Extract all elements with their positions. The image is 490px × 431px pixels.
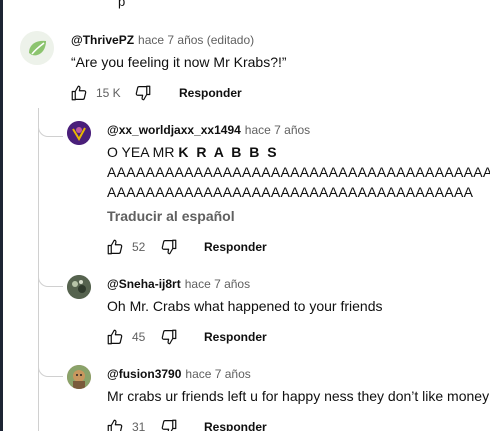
like-count: 52 bbox=[132, 240, 146, 254]
thumbs-down-icon[interactable] bbox=[160, 238, 178, 256]
author-handle[interactable]: @xx_worldjaxx_xx1494 bbox=[107, 123, 241, 137]
reply-button[interactable]: Responder bbox=[204, 420, 267, 431]
thumbs-up-icon bbox=[71, 85, 87, 101]
comment-text: “Are you feeling it now Mr Krabs?!” bbox=[71, 54, 287, 70]
like-button[interactable]: 15 K bbox=[70, 83, 121, 103]
text-bold: K R A B B S bbox=[178, 144, 279, 160]
author-handle[interactable]: @fusion3790 bbox=[107, 367, 181, 381]
author-handle[interactable]: @ThrivePZ bbox=[71, 33, 134, 47]
timestamp[interactable]: hace 7 años bbox=[185, 277, 250, 291]
reply-button[interactable]: Responder bbox=[204, 240, 267, 254]
translate-link[interactable]: Traducir al español bbox=[107, 208, 235, 224]
comment-meta: @ThrivePZ hace 7 años (editado) bbox=[71, 33, 254, 47]
comment-meta: @fusion3790 hace 7 años bbox=[107, 367, 251, 381]
comment-text: Oh Mr. Crabs what happened to your frien… bbox=[107, 298, 383, 314]
author-handle[interactable]: @Sneha-ij8rt bbox=[107, 277, 181, 291]
comment-text: O YEA MR K R A B B S bbox=[107, 142, 279, 162]
like-button[interactable]: 45 bbox=[106, 327, 145, 347]
timestamp[interactable]: hace 7 años (editado) bbox=[138, 33, 254, 47]
timestamp[interactable]: hace 7 años bbox=[245, 123, 310, 137]
avatar[interactable] bbox=[67, 121, 91, 145]
thumbs-down-icon[interactable] bbox=[160, 418, 178, 431]
like-count: 31 bbox=[132, 420, 146, 431]
thread-connector bbox=[38, 270, 63, 287]
avatar-plant-icon bbox=[67, 275, 91, 299]
thumbs-up-icon bbox=[107, 239, 123, 255]
comment-text: Mr crabs ur friends left u for happy nes… bbox=[107, 388, 490, 404]
text-prefix: O YEA MR bbox=[107, 144, 179, 160]
comment-meta: @xx_worldjaxx_xx1494 hace 7 años bbox=[107, 123, 310, 137]
thread-connector bbox=[38, 360, 63, 377]
thread-line bbox=[38, 376, 63, 431]
avatar[interactable] bbox=[67, 365, 91, 389]
reply-button[interactable]: Responder bbox=[204, 330, 267, 344]
like-button[interactable]: 31 bbox=[106, 417, 145, 431]
thumbs-down-icon[interactable] bbox=[160, 328, 178, 346]
thread-line bbox=[38, 128, 63, 286]
comment-text-line: AAAAAAAAAAAAAAAAAAAAAAAAAAAAAAAAAAAAAAAA… bbox=[107, 164, 490, 180]
previous-text-fragment: p bbox=[118, 0, 126, 9]
window-edge bbox=[0, 0, 3, 431]
avatar-character-icon bbox=[67, 365, 91, 389]
leaf-logo-icon bbox=[20, 31, 54, 65]
like-button[interactable]: 52 bbox=[106, 237, 145, 257]
avatar-figure-icon bbox=[67, 121, 91, 145]
avatar[interactable] bbox=[20, 31, 54, 65]
like-count: 15 K bbox=[96, 86, 121, 100]
thumbs-down-icon[interactable] bbox=[134, 84, 152, 102]
comments-page: p @ThrivePZ hace 7 años (editado) “Are yo… bbox=[0, 0, 490, 431]
comment-meta: @Sneha-ij8rt hace 7 años bbox=[107, 277, 250, 291]
comment-text-line: AAAAAAAAAAAAAAAAAAAAAAAAAAAAAAAAAAAAAA bbox=[107, 184, 474, 200]
thumbs-up-icon bbox=[107, 419, 123, 431]
timestamp[interactable]: hace 7 años bbox=[185, 367, 250, 381]
like-count: 45 bbox=[132, 330, 146, 344]
thumbs-up-icon bbox=[107, 329, 123, 345]
reply-button[interactable]: Responder bbox=[179, 86, 242, 100]
avatar[interactable] bbox=[67, 275, 91, 299]
